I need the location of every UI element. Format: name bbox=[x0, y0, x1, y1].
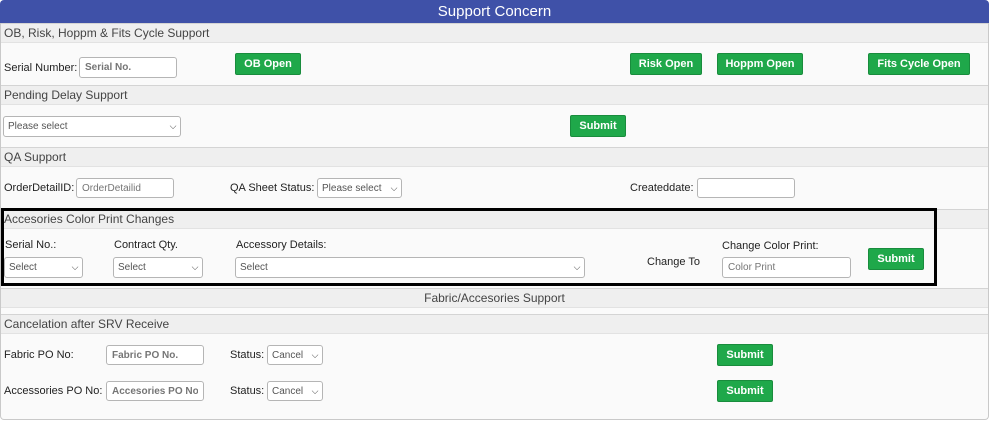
created-date-input[interactable] bbox=[697, 178, 795, 198]
fits-cycle-open-button[interactable]: Fits Cycle Open bbox=[868, 53, 970, 75]
created-date-label: Createddate: bbox=[630, 182, 694, 194]
order-detail-id-label: OrderDetailID: bbox=[4, 182, 75, 194]
accessories-status-select[interactable]: Cancel ⌵ bbox=[267, 381, 323, 401]
ob-open-button[interactable]: OB Open bbox=[235, 53, 301, 75]
accessories-status-label: Status: bbox=[230, 385, 265, 397]
fabric-status-label: Status: bbox=[230, 349, 265, 361]
qa-sheet-status-label: QA Sheet Status: bbox=[230, 182, 315, 194]
section-header-pending-delay: Pending Delay Support bbox=[1, 85, 988, 105]
accessories-po-input[interactable] bbox=[106, 381, 204, 401]
section-header-cancelation: Cancelation after SRV Receive bbox=[1, 314, 988, 334]
chevron-down-icon: ⌵ bbox=[169, 121, 177, 131]
section-header-qa: QA Support bbox=[1, 147, 988, 167]
section-header-fabric-accessories: Fabric/Accesories Support bbox=[1, 288, 988, 308]
section-header-ob: OB, Risk, Hoppm & Fits Cycle Support bbox=[1, 23, 988, 43]
page-title: Support Concern bbox=[0, 0, 989, 23]
accessories-po-label: Accessories PO No: bbox=[4, 385, 103, 397]
fabric-po-label: Fabric PO No: bbox=[4, 349, 74, 361]
chevron-down-icon: ⌵ bbox=[311, 349, 319, 360]
accessories-submit-button[interactable]: Submit bbox=[717, 380, 773, 402]
highlight-box bbox=[1, 208, 937, 286]
fabric-submit-button[interactable]: Submit bbox=[717, 344, 773, 366]
qa-sheet-status-value: Please select bbox=[322, 182, 382, 194]
hoppm-open-button[interactable]: Hoppm Open bbox=[717, 53, 803, 75]
fabric-status-select[interactable]: Cancel ⌵ bbox=[267, 345, 323, 365]
fabric-status-select-value: Cancel bbox=[272, 349, 304, 361]
chevron-down-icon: ⌵ bbox=[390, 182, 398, 193]
order-detail-id-input[interactable] bbox=[76, 178, 174, 198]
serial-number-input[interactable] bbox=[79, 57, 177, 78]
chevron-down-icon: ⌵ bbox=[311, 385, 319, 396]
fabric-po-input[interactable] bbox=[106, 345, 204, 365]
accessories-status-select-value: Cancel bbox=[272, 385, 304, 397]
pending-delay-select[interactable]: Please select ⌵ bbox=[3, 116, 181, 137]
risk-open-button[interactable]: Risk Open bbox=[630, 53, 702, 75]
serial-number-label: Serial Number: bbox=[4, 62, 78, 74]
qa-sheet-status-select[interactable]: Please select ⌵ bbox=[317, 178, 402, 198]
pending-submit-button[interactable]: Submit bbox=[570, 115, 626, 137]
pending-delay-select-value: Please select bbox=[8, 121, 68, 132]
